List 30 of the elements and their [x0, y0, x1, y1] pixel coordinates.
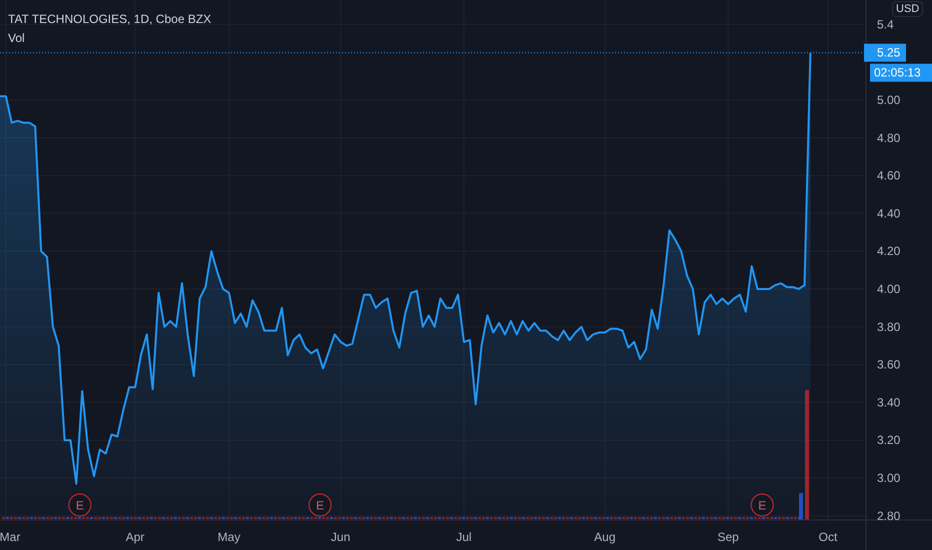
ref-line-label: 5.25 — [877, 46, 901, 60]
price-axis-label: 3.20 — [877, 433, 900, 448]
time-axis-label: Sep — [718, 530, 739, 544]
price-axis-label: 4.80 — [877, 130, 900, 145]
earnings-marker[interactable]: E — [308, 493, 332, 517]
price-axis-label: 4.20 — [877, 244, 900, 258]
time-axis-label: Apr — [126, 530, 144, 544]
price-axis-label: 4.60 — [877, 168, 900, 183]
price-axis-label: 4.40 — [877, 206, 900, 220]
time-axis-label: Aug — [594, 530, 616, 544]
time-axis-label: Mar — [0, 530, 20, 544]
price-axis-label: 2.80 — [877, 508, 900, 523]
price-axis-label: 4.00 — [877, 282, 900, 296]
price-axis-label: 3.80 — [877, 320, 900, 334]
price-axis-label: 3.40 — [877, 395, 900, 410]
earnings-marker[interactable]: E — [750, 493, 774, 517]
price-axis-label: 5.00 — [877, 93, 900, 107]
time-axis-label: Jul — [456, 530, 472, 544]
price-axis-label: 5.4 — [877, 17, 894, 32]
price-axis-label: 3.60 — [877, 358, 900, 372]
time-axis-label: May — [218, 530, 240, 544]
chart-title: TAT TECHNOLOGIES, 1D, Cboe BZX — [8, 11, 212, 28]
time-axis-label: Jun — [330, 530, 350, 544]
price-axis-label: 3.00 — [877, 471, 900, 486]
countdown-badge: 02:05:13 — [870, 64, 932, 82]
time-axis-label: Oct — [818, 530, 838, 544]
volume-legend: Vol — [8, 29, 212, 47]
currency-button[interactable]: USD — [892, 1, 924, 17]
last-price-badge: 5.25 — [864, 44, 906, 62]
earnings-marker[interactable]: E — [68, 493, 92, 517]
